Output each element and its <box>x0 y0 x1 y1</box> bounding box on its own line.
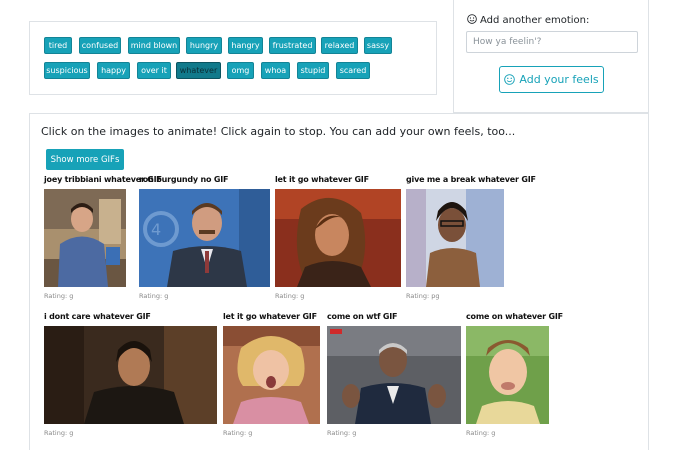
instructions-text: Click on the images to animate! Click ag… <box>41 125 516 138</box>
gif-image[interactable] <box>327 326 461 424</box>
gif-card: come on whatever GIF Rating: g <box>466 312 566 447</box>
gif-rating: Rating: g <box>327 429 357 437</box>
gif-title: ron burgundy no GIF <box>139 175 229 184</box>
tag-sassy[interactable]: sassy <box>364 37 392 54</box>
emotion-tags-panel: tired confused mind blown hungry hangry … <box>29 21 437 95</box>
gif-card: let it go whatever GIF Rating: g <box>223 312 328 447</box>
add-your-feels-label: Add your feels <box>519 73 599 86</box>
gif-image[interactable] <box>44 189 126 287</box>
gif-image[interactable] <box>44 326 217 424</box>
gif-rating: Rating: g <box>139 292 169 300</box>
gif-rating: Rating: g <box>44 429 74 437</box>
show-more-gifs-button[interactable]: Show more GIFs <box>46 149 124 170</box>
add-emotion-panel: Add another emotion: Add your feels <box>453 0 649 113</box>
gif-title: come on wtf GIF <box>327 312 398 321</box>
add-emotion-label-text: Add another emotion: <box>480 15 590 26</box>
gif-rating: Rating: g <box>44 292 74 300</box>
gif-title: i dont care whatever GIF <box>44 312 151 321</box>
gif-image[interactable]: 4 <box>139 189 270 287</box>
tag-tired[interactable]: tired <box>44 37 72 54</box>
tag-confused[interactable]: confused <box>79 37 121 54</box>
emotion-input[interactable] <box>466 31 638 53</box>
tag-mind-blown[interactable]: mind blown <box>128 37 180 54</box>
tag-happy[interactable]: happy <box>97 62 130 79</box>
tag-over-it[interactable]: over it <box>137 62 171 79</box>
gif-rating: Rating: g <box>223 429 253 437</box>
tag-frustrated[interactable]: frustrated <box>269 37 316 54</box>
tag-whatever[interactable]: whatever <box>176 62 221 79</box>
gif-card: i dont care whatever GIF Rating: g <box>44 312 224 447</box>
gif-card: come on wtf GIF Rating: g <box>327 312 467 447</box>
gif-rating: Rating: g <box>275 292 305 300</box>
gif-image[interactable] <box>466 326 549 424</box>
gif-title: let it go whatever GIF <box>275 175 369 184</box>
gif-card: let it go whatever GIF Rating: g <box>275 175 410 305</box>
tag-scared[interactable]: scared <box>336 62 370 79</box>
gif-title: give me a break whatever GIF <box>406 175 536 184</box>
gif-title: come on whatever GIF <box>466 312 563 321</box>
add-your-feels-button[interactable]: Add your feels <box>499 66 604 93</box>
tag-relaxed[interactable]: relaxed <box>321 37 358 54</box>
svg-text:4: 4 <box>151 220 161 239</box>
gif-image[interactable] <box>406 189 504 287</box>
gif-card: ron burgundy no GIF 4 Rating: g <box>139 175 279 305</box>
tag-omg[interactable]: omg <box>227 62 254 79</box>
tag-whoa[interactable]: whoa <box>261 62 290 79</box>
tag-suspicious[interactable]: suspicious <box>44 62 90 79</box>
gif-title: let it go whatever GIF <box>223 312 317 321</box>
tag-hangry[interactable]: hangry <box>228 37 263 54</box>
gif-rating: Rating: pg <box>406 292 440 300</box>
gif-image[interactable] <box>223 326 320 424</box>
tag-hungry[interactable]: hungry <box>186 37 222 54</box>
tag-stupid[interactable]: stupid <box>297 62 329 79</box>
gif-rating: Rating: g <box>466 429 496 437</box>
add-emotion-label: Add another emotion: <box>467 14 589 26</box>
gif-card: give me a break whatever GIF Rating: pg <box>406 175 546 305</box>
gif-image[interactable] <box>275 189 401 287</box>
smiley-icon <box>467 14 477 24</box>
gif-results-panel: Click on the images to animate! Click ag… <box>29 113 649 450</box>
smiley-icon <box>504 74 516 85</box>
